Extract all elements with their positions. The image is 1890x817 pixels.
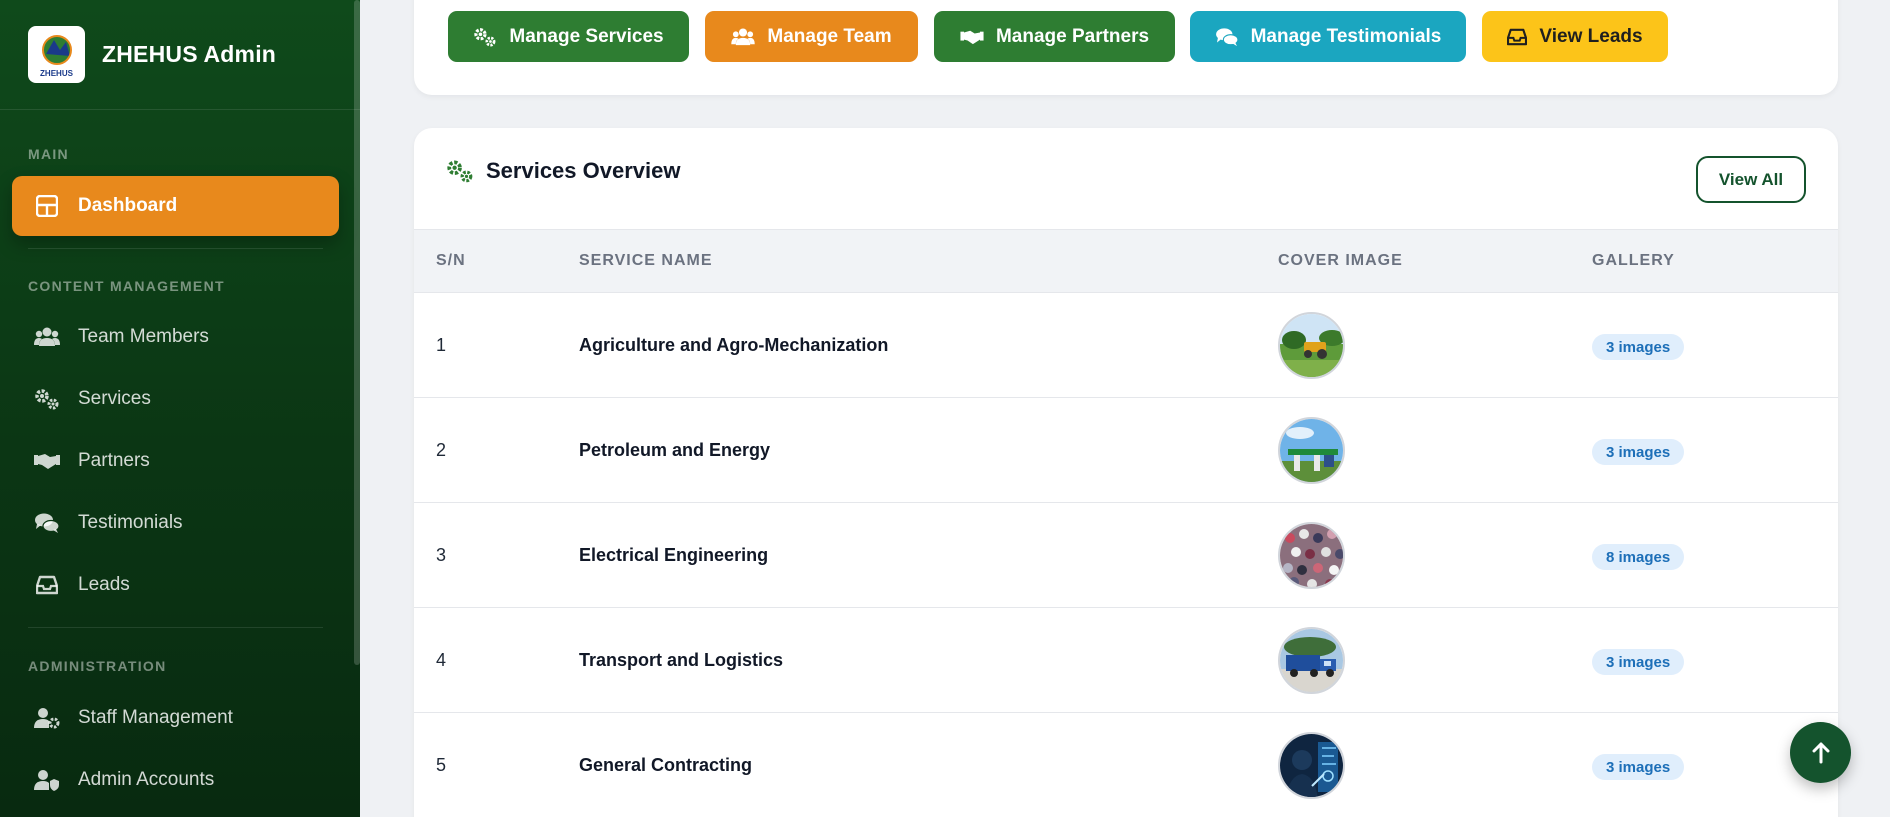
manage-services-button[interactable]: Manage Services: [448, 11, 689, 62]
comments-icon: [34, 510, 60, 536]
gears-icon: [446, 159, 474, 183]
sidebar-item-label: Leads: [78, 574, 130, 595]
sidebar-item-admin-accounts[interactable]: Admin Accounts: [12, 750, 339, 810]
sidebar-item-team-members[interactable]: Team Members: [12, 307, 339, 367]
table-row[interactable]: 4 Transport and Logistics 3 images: [414, 608, 1838, 713]
sidebar-item-label: Testimonials: [78, 512, 183, 533]
quick-actions-card: Manage Services Manage Team Manage Partn…: [414, 0, 1838, 95]
sidebar-item-staff-management[interactable]: Staff Management: [12, 688, 339, 748]
transport-truck-photo-icon: [1280, 629, 1343, 692]
users-icon: [34, 324, 60, 350]
column-header-service-name[interactable]: SERVICE NAME: [579, 252, 713, 270]
sidebar-item-leads[interactable]: Leads: [12, 555, 339, 615]
gears-icon: [34, 386, 60, 412]
gallery-count-badge[interactable]: 3 images: [1592, 649, 1685, 675]
panel-title-text: Services Overview: [486, 158, 681, 183]
handshake-icon: [960, 29, 984, 45]
gallery-count-badge[interactable]: 3 images: [1592, 439, 1685, 465]
table-row[interactable]: 1 Agriculture and Agro-Mechanization 3 i…: [414, 293, 1838, 398]
logo-text: ZHEHUS: [40, 69, 73, 78]
cover-image-thumbnail[interactable]: [1278, 732, 1345, 799]
panel-title: Services Overview: [446, 158, 680, 184]
cover-image-thumbnail[interactable]: [1278, 417, 1345, 484]
user-shield-icon: [34, 767, 60, 793]
cover-image-thumbnail[interactable]: [1278, 627, 1345, 694]
sidebar-item-partners[interactable]: Partners: [12, 431, 339, 491]
button-label: Manage Partners: [995, 25, 1150, 47]
brand-name: ZHEHUS Admin: [102, 41, 277, 67]
gallery-count-badge[interactable]: 8 images: [1592, 544, 1685, 570]
electrical-crowd-photo-icon: [1280, 524, 1343, 587]
gallery-count-badge[interactable]: 3 images: [1592, 334, 1685, 360]
view-leads-button[interactable]: View Leads: [1482, 11, 1668, 62]
table-header: S/N SERVICE NAME COVER IMAGE GALLERY: [414, 230, 1838, 293]
sidebar-divider: [28, 248, 323, 249]
comments-icon: [1215, 27, 1239, 47]
manage-partners-button[interactable]: Manage Partners: [934, 11, 1175, 62]
service-name: Petroleum and Energy: [579, 440, 771, 460]
table-row[interactable]: 5 General Contracting 3 images: [414, 713, 1838, 817]
button-label: Manage Team: [767, 25, 892, 47]
sidebar-item-label: Services: [78, 388, 151, 409]
row-sn: 2: [436, 440, 447, 460]
service-name: Transport and Logistics: [579, 650, 784, 670]
table-row[interactable]: 2 Petroleum and Energy 3 images: [414, 398, 1838, 503]
section-content-title: CONTENT MANAGEMENT: [28, 278, 225, 294]
view-all-button[interactable]: View All: [1696, 156, 1806, 203]
gears-icon: [473, 27, 497, 47]
users-icon: [731, 27, 756, 46]
inbox-icon: [1507, 28, 1528, 46]
arrow-up-icon: [1812, 742, 1829, 763]
row-sn: 4: [436, 650, 447, 670]
sidebar-item-label: Admin Accounts: [78, 769, 215, 790]
cover-image-thumbnail[interactable]: [1278, 522, 1345, 589]
column-header-gallery[interactable]: GALLERY: [1592, 252, 1675, 270]
section-main-title: MAIN: [28, 146, 69, 162]
column-header-sn[interactable]: S/N: [436, 252, 466, 270]
brand-logo: ZHEHUS: [28, 26, 85, 83]
inbox-icon: [34, 572, 60, 598]
column-header-cover-image[interactable]: COVER IMAGE: [1278, 252, 1403, 270]
contracting-tech-photo-icon: [1280, 734, 1343, 797]
sidebar-scrollbar[interactable]: [354, 0, 360, 665]
sidebar-item-dashboard[interactable]: Dashboard: [12, 176, 339, 236]
sidebar-item-services[interactable]: Services: [12, 369, 339, 429]
user-cog-icon: [34, 705, 60, 731]
button-label: Manage Testimonials: [1250, 25, 1442, 47]
button-label: View Leads: [1539, 25, 1643, 47]
sidebar: ZHEHUS ZHEHUS Admin MAIN Dashboard CONTE…: [0, 0, 360, 817]
button-label: Manage Services: [509, 25, 664, 47]
manage-team-button[interactable]: Manage Team: [705, 11, 918, 62]
service-name: General Contracting: [579, 755, 753, 775]
sidebar-item-label: Partners: [78, 450, 150, 471]
service-name: Agriculture and Agro-Mechanization: [579, 335, 889, 355]
sidebar-item-label: Staff Management: [78, 707, 233, 728]
service-name: Electrical Engineering: [579, 545, 769, 565]
sidebar-divider: [28, 627, 323, 628]
handshake-icon: [34, 448, 60, 474]
row-sn: 1: [436, 335, 447, 355]
table-row[interactable]: 3 Electrical Engineering 8 images: [414, 503, 1838, 608]
section-admin-title: ADMINISTRATION: [28, 658, 167, 674]
back-to-top-button[interactable]: [1790, 722, 1851, 783]
row-sn: 3: [436, 545, 447, 565]
agriculture-photo-icon: [1280, 314, 1343, 377]
panel-header: Services Overview View All: [414, 128, 1838, 230]
brand[interactable]: ZHEHUS ZHEHUS Admin: [0, 0, 360, 110]
services-overview-panel: Services Overview View All S/N SERVICE N…: [414, 128, 1838, 817]
dashboard-icon: [34, 193, 60, 219]
cover-image-thumbnail[interactable]: [1278, 312, 1345, 379]
manage-testimonials-button[interactable]: Manage Testimonials: [1190, 11, 1466, 62]
sidebar-item-label: Dashboard: [78, 195, 178, 216]
sidebar-item-testimonials[interactable]: Testimonials: [12, 493, 339, 553]
sidebar-item-label: Team Members: [78, 326, 209, 347]
gallery-count-badge[interactable]: 3 images: [1592, 754, 1685, 780]
petroleum-station-photo-icon: [1280, 419, 1343, 482]
row-sn: 5: [436, 755, 447, 775]
